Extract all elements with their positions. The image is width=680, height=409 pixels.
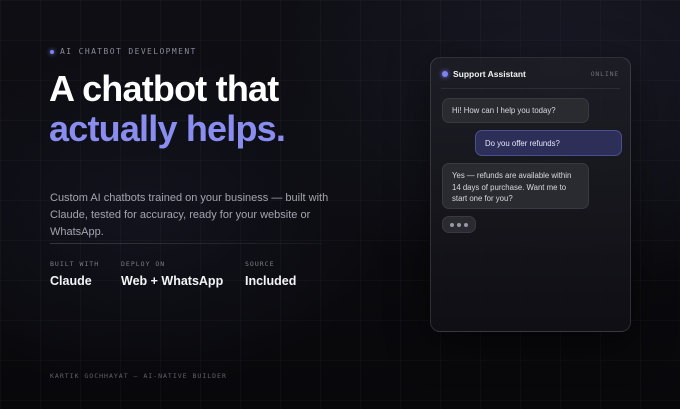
- eyebrow-text: AI CHATBOT DEVELOPMENT: [60, 47, 197, 56]
- footer-credit: KARTIK GOCHHAYAT — AI-NATIVE BUILDER: [50, 372, 227, 380]
- chat-status: ONLINE: [590, 69, 619, 78]
- typing-dots-icon: [442, 216, 476, 233]
- headline-line-2: actually helps.: [49, 108, 286, 149]
- stat-value: Web + WhatsApp: [121, 274, 224, 288]
- hero-headline: A chatbot that actually helps.: [49, 68, 286, 149]
- stat-label: BUILT WITH: [50, 260, 100, 268]
- accent-dot-icon: [50, 49, 54, 54]
- stat-label: DEPLOY ON: [121, 260, 166, 268]
- stat-deploy-on: DEPLOY ON Web + WhatsApp: [121, 260, 245, 288]
- stat-value: Claude: [50, 274, 92, 288]
- bot-message: Hi! How can I help you today?: [442, 98, 589, 123]
- chat-widget[interactable]: Support Assistant ONLINE Hi! How can I h…: [430, 57, 631, 332]
- status-dot-icon: [442, 70, 448, 77]
- stat-label: SOURCE: [245, 260, 275, 268]
- typing-dot: [464, 222, 468, 227]
- chat-header: Support Assistant ONLINE: [431, 58, 630, 89]
- headline-line-1: A chatbot that: [49, 68, 279, 109]
- eyebrow: AI CHATBOT DEVELOPMENT: [50, 47, 197, 56]
- chat-header-divider: [441, 88, 620, 89]
- typing-dot: [450, 222, 454, 227]
- stat-value: Included: [245, 274, 297, 288]
- user-message: Do you offer refunds?: [475, 130, 622, 156]
- bot-message: Yes — refunds are available within 14 da…: [442, 163, 589, 209]
- chat-title: Support Assistant: [453, 68, 526, 79]
- stat-built-with: BUILT WITH Claude: [50, 260, 121, 288]
- hero-description: Custom AI chatbots trained on your busin…: [50, 192, 329, 238]
- stats-row: BUILT WITH Claude DEPLOY ON Web + WhatsA…: [50, 260, 296, 288]
- divider: [50, 243, 322, 244]
- stat-source: SOURCE Included: [245, 260, 296, 288]
- typing-dot: [457, 222, 461, 227]
